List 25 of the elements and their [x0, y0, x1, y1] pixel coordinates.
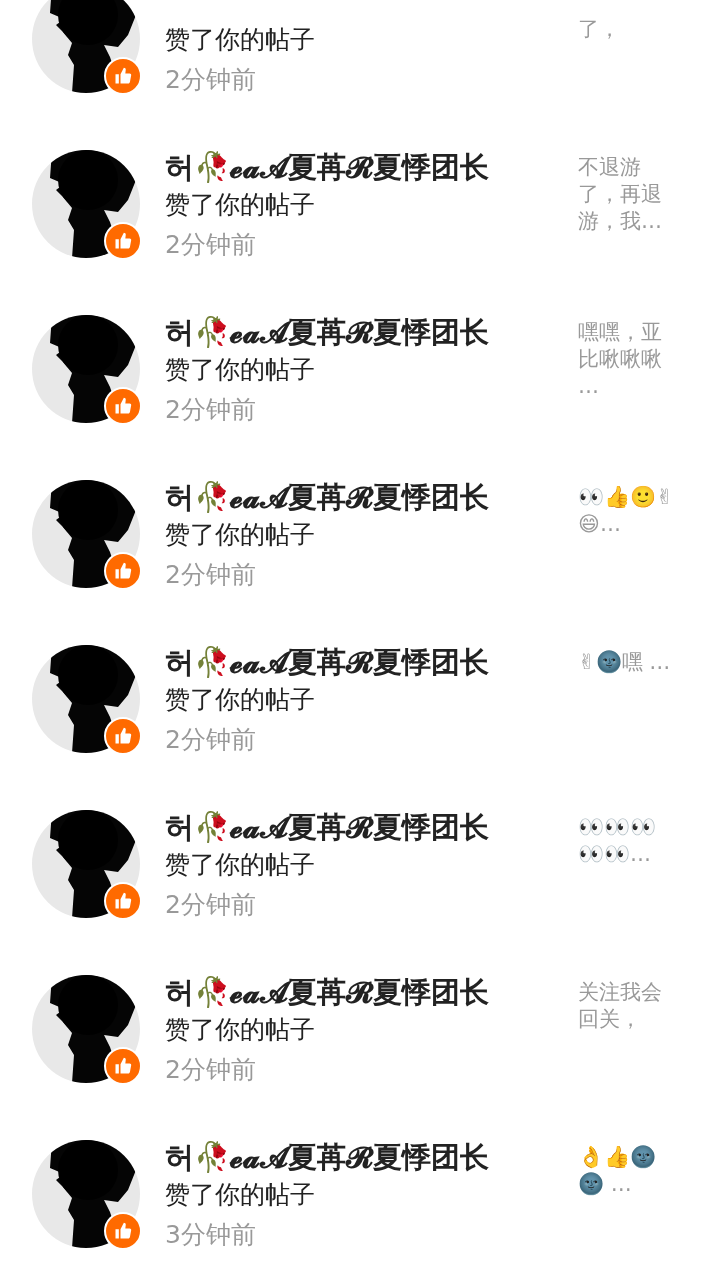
timestamp: 2分钟前 [165, 724, 257, 756]
post-snippet[interactable]: 👌👍🌚🌚 … [578, 1140, 678, 1198]
timestamp: 2分钟前 [165, 229, 257, 261]
action-text: 赞了你的帖子 [165, 684, 316, 716]
action-text: 赞了你的帖子 [165, 24, 316, 56]
timestamp: 2分钟前 [165, 64, 257, 96]
action-text: 赞了你的帖子 [165, 189, 316, 221]
user-name[interactable]: 허🥀𝓮𝓪𝓐夏苒𝓡夏悸团长 [165, 975, 555, 1009]
user-name[interactable]: 허🥀𝓮𝓪𝓐夏苒𝓡夏悸团长 [165, 480, 555, 514]
action-text: 赞了你的帖子 [165, 354, 316, 386]
user-name[interactable]: 허🥀𝓮𝓪𝓐夏苒𝓡夏悸团长 [165, 810, 555, 844]
timestamp: 2分钟前 [165, 1054, 257, 1086]
action-text: 赞了你的帖子 [165, 519, 316, 551]
timestamp: 3分钟前 [165, 1219, 257, 1251]
timestamp: 2分钟前 [165, 394, 257, 426]
user-name[interactable]: 허🥀𝓮𝓪𝓐夏苒𝓡夏悸团长 [165, 315, 555, 349]
action-text: 赞了你的帖子 [165, 1179, 316, 1211]
timestamp: 2分钟前 [165, 559, 257, 591]
action-text: 赞了你的帖子 [165, 1014, 316, 1046]
user-name[interactable]: 허🥀𝓮𝓪𝓐夏苒𝓡夏悸团长 [165, 1140, 555, 1174]
timestamp: 2分钟前 [165, 889, 257, 921]
action-text: 赞了你的帖子 [165, 849, 316, 881]
post-snippet[interactable]: 👀👀👀👀👀… [578, 810, 678, 868]
user-name[interactable]: 허🥀𝓮𝓪𝓐夏苒𝓡夏悸团长 [165, 150, 555, 184]
user-name[interactable]: 허🥀𝓮𝓪𝓐夏苒𝓡夏悸团长 [165, 645, 555, 679]
